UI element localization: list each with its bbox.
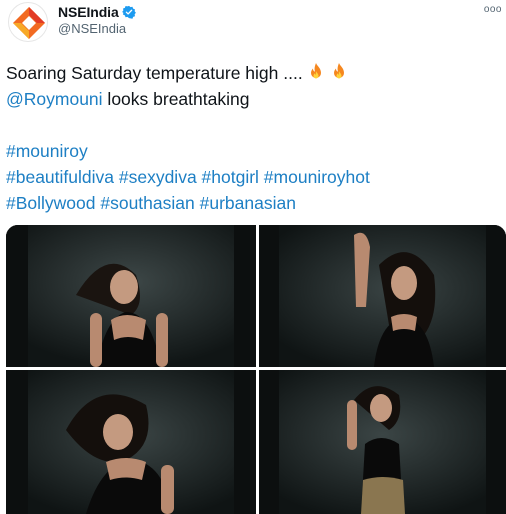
- nse-logo-icon: [13, 7, 45, 39]
- media-grid: [6, 225, 506, 514]
- avatar[interactable]: [8, 2, 48, 42]
- display-name-row: NSEIndia: [58, 4, 136, 20]
- tweet-line-2: @Roymouni looks breathtaking: [6, 86, 496, 112]
- photo-4[interactable]: [259, 370, 506, 514]
- hashtags-line-3[interactable]: #Bollywood #southasian #urbanasian: [6, 190, 496, 216]
- tweet-line-1: Soaring Saturday temperature high ....: [6, 60, 496, 86]
- hashtags-line-1[interactable]: #mouniroy: [6, 138, 496, 164]
- tweet-text: Soaring Saturday temperature high .... @…: [6, 60, 496, 216]
- photo-1[interactable]: [6, 225, 256, 367]
- user-handle[interactable]: @NSEIndia: [58, 21, 126, 36]
- verified-badge-icon: [121, 5, 136, 19]
- tweet-text-line1: Soaring Saturday temperature high ....: [6, 63, 303, 83]
- more-options-icon[interactable]: ooo: [484, 4, 502, 15]
- fire-emoji-icon: [329, 62, 349, 82]
- fire-emoji-icon: [306, 62, 326, 82]
- hashtags-line-2[interactable]: #beautifuldiva #sexydiva #hotgirl #mouni…: [6, 164, 496, 190]
- photo-2[interactable]: [259, 225, 506, 367]
- tweet-text-line2: looks breathtaking: [102, 89, 250, 109]
- photo-3[interactable]: [6, 370, 256, 514]
- tweet-card: NSEIndia @NSEIndia ooo Soaring Saturday …: [0, 0, 506, 514]
- display-name[interactable]: NSEIndia: [58, 4, 119, 20]
- mention-link[interactable]: @Roymouni: [6, 89, 103, 109]
